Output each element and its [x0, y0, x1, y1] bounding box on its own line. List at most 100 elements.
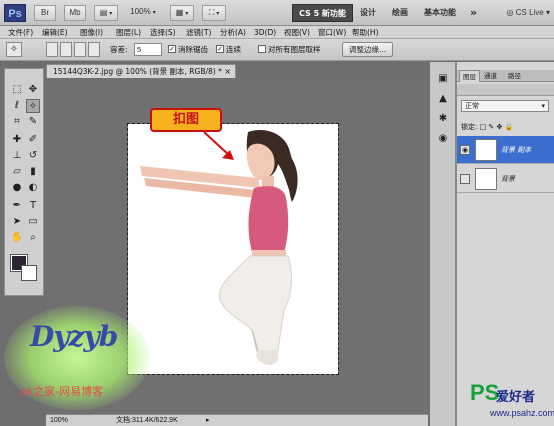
tab-paths[interactable]: 路径 — [505, 70, 524, 82]
workspace-painting[interactable]: 绘画 — [392, 4, 408, 22]
hand-tool-icon[interactable]: ✋ — [10, 231, 24, 245]
navigator-icon[interactable]: ◉ — [436, 132, 450, 146]
move-tool-icon[interactable]: ✥ — [26, 83, 40, 97]
menu-select[interactable]: 选择(S) — [150, 27, 176, 38]
menu-window[interactable]: 窗口(W) — [318, 27, 346, 38]
info-icon[interactable]: ✱ — [436, 112, 450, 126]
new-selection-button[interactable] — [46, 42, 58, 57]
crop-tool-icon[interactable]: ⌗ — [10, 115, 24, 129]
tab-channels[interactable]: 通道 — [481, 70, 500, 82]
menu-filter[interactable]: 滤镜(T) — [186, 27, 211, 38]
zoom-tool-icon[interactable]: ⌕ — [26, 231, 40, 245]
ps-watermark-url: www.psahz.com — [490, 408, 554, 418]
pen-tool-icon[interactable]: ✒ — [10, 199, 24, 213]
layer-row-background-copy[interactable]: ◉ 背景 副本 — [457, 136, 554, 164]
menu-analysis[interactable]: 分析(A) — [220, 27, 246, 38]
ps-watermark-cn: 爱好者 — [496, 390, 536, 405]
lock-row: 锁定: □ ✎ ✥ 🔒 — [461, 122, 513, 132]
add-selection-button[interactable] — [60, 42, 72, 57]
subtract-selection-button[interactable] — [74, 42, 86, 57]
ps-watermark: PS 爱好者 www.psahz.com — [470, 380, 554, 426]
watermark-blog-text: ok之家-网易博客 — [20, 385, 104, 398]
options-bar: ✧ 容差: 5 ✓ 消除锯齿 ✓ 连续 对所有图层取样 调整边缘... — [0, 39, 554, 61]
more-workspaces-button[interactable]: » — [470, 4, 477, 22]
menu-bar: 文件(F) 编辑(E) 图像(I) 图层(L) 选择(S) 滤镜(T) 分析(A… — [0, 26, 554, 39]
background-color-swatch[interactable] — [21, 265, 37, 281]
image-icon[interactable]: ▲ — [436, 92, 450, 106]
layer-name[interactable]: 背景 副本 — [501, 145, 531, 155]
eraser-tool-icon[interactable]: ▱ — [10, 165, 24, 179]
ps-watermark-big: PS — [470, 380, 500, 405]
shape-tool-icon[interactable]: ▭ — [26, 215, 40, 229]
type-tool-icon[interactable]: T — [26, 199, 40, 213]
menu-3d[interactable]: 3D(D) — [254, 27, 276, 38]
workspace-cs5-new[interactable]: CS 5 新功能 — [292, 4, 353, 22]
mini-bridge-button[interactable]: Mb — [64, 5, 86, 21]
path-selection-tool-icon[interactable]: ➤ — [10, 215, 24, 229]
lasso-tool-icon[interactable]: ℓ — [10, 99, 24, 113]
cs-live-button[interactable]: ◎ CS Live ▾ — [507, 5, 550, 21]
history-icon[interactable]: ▣ — [436, 72, 450, 86]
menu-image[interactable]: 图像(I) — [80, 27, 103, 38]
callout-arrow-icon — [203, 131, 234, 160]
eye-icon[interactable]: ◉ — [460, 145, 470, 155]
magic-wand-icon: ✧ — [9, 44, 19, 55]
layers-panel: 图层 通道 路径 正常 ▾ 锁定: □ ✎ ✥ 🔒 ◉ 背景 副本 背景 — [456, 62, 554, 426]
contiguous-checkbox[interactable]: ✓ — [216, 45, 224, 53]
status-zoom[interactable]: 100% — [50, 415, 68, 426]
clone-stamp-tool-icon[interactable]: ⊥ — [10, 149, 24, 163]
antialias-checkbox[interactable]: ✓ — [168, 45, 176, 53]
panel-icons-column: ▣ ▲ ✱ ◉ — [430, 62, 456, 426]
layer-name[interactable]: 背景 — [501, 174, 515, 184]
lock-icons[interactable]: □ ✎ ✥ 🔒 — [480, 123, 514, 131]
refine-edge-button[interactable]: 调整边缘... — [342, 42, 394, 57]
gradient-tool-icon[interactable]: ▮ — [26, 165, 40, 179]
menu-file[interactable]: 文件(F) — [8, 27, 33, 38]
status-doc-size: 文档:311.4K/622.9K — [116, 417, 178, 424]
eye-icon[interactable] — [460, 174, 470, 184]
layer-row-background[interactable]: 背景 — [457, 165, 554, 193]
marquee-tool-icon[interactable]: ⬚ — [10, 83, 24, 97]
menu-help[interactable]: 帮助(H) — [352, 27, 379, 38]
tolerance-input[interactable]: 5 — [134, 43, 162, 56]
status-arrow-icon[interactable]: ▸ — [206, 415, 210, 426]
sample-all-layers-checkbox[interactable] — [258, 45, 266, 53]
cs-live-icon: ◎ — [506, 8, 516, 17]
menu-view[interactable]: 视图(V) — [284, 27, 310, 38]
brush-tool-icon[interactable]: ✐ — [26, 133, 40, 147]
eyedropper-tool-icon[interactable]: ✎ — [26, 115, 40, 129]
layer-thumbnail — [475, 168, 497, 190]
dodge-tool-icon[interactable]: ◐ — [26, 181, 40, 195]
layers-panel-tabs: 图层 通道 路径 — [457, 70, 554, 82]
document-title: 15144Q3K-2.jpg @ 100% (背景 副本, RGB/8) * — [53, 67, 222, 76]
document-tab[interactable]: 15144Q3K-2.jpg @ 100% (背景 副本, RGB/8) * × — [46, 64, 236, 78]
contiguous-label: 连续 — [226, 45, 241, 54]
bridge-button[interactable]: Br — [34, 5, 56, 21]
status-bar: 100% 文档:311.4K/622.9K ▸ — [46, 414, 428, 426]
healing-brush-tool-icon[interactable]: ✚ — [10, 133, 24, 147]
arrange-documents-button[interactable]: ▦ ▾ — [170, 5, 194, 21]
tolerance-label: 容差: — [110, 45, 128, 54]
history-brush-tool-icon[interactable]: ↺ — [26, 149, 40, 163]
blend-mode-select[interactable]: 正常 ▾ — [461, 100, 549, 112]
app-bar: Ps Br Mb ▤ ▾ 100% ▾ ▦ ▾ ⛶ ▾ CS 5 新功能 设计 绘画 基… — [0, 0, 554, 26]
callout-label: 扣图 — [150, 108, 222, 132]
menu-edit[interactable]: 编辑(E) — [42, 27, 68, 38]
antialias-label: 消除锯齿 — [178, 45, 208, 54]
photoshop-logo: Ps — [4, 4, 26, 22]
zoom-level-select[interactable]: 100% ▾ — [124, 5, 162, 21]
layers-toolbar — [457, 84, 554, 96]
tool-preset-picker[interactable]: ✧ — [6, 42, 22, 57]
screen-mode-button[interactable]: ⛶ ▾ — [202, 5, 226, 21]
workspace-essentials[interactable]: 基本功能 — [424, 4, 456, 22]
intersect-selection-button[interactable] — [88, 42, 100, 57]
view-extras-button[interactable]: ▤ ▾ — [94, 5, 118, 21]
sample-all-layers-label: 对所有图层取样 — [268, 45, 321, 54]
blur-tool-icon[interactable]: ● — [10, 181, 24, 195]
tab-layers[interactable]: 图层 — [459, 70, 480, 82]
quick-selection-tool-icon[interactable]: ✧ — [26, 99, 40, 113]
layer-thumbnail — [475, 139, 497, 161]
close-icon[interactable]: × — [224, 65, 231, 78]
menu-layer[interactable]: 图层(L) — [116, 27, 141, 38]
workspace-design[interactable]: 设计 — [360, 4, 376, 22]
